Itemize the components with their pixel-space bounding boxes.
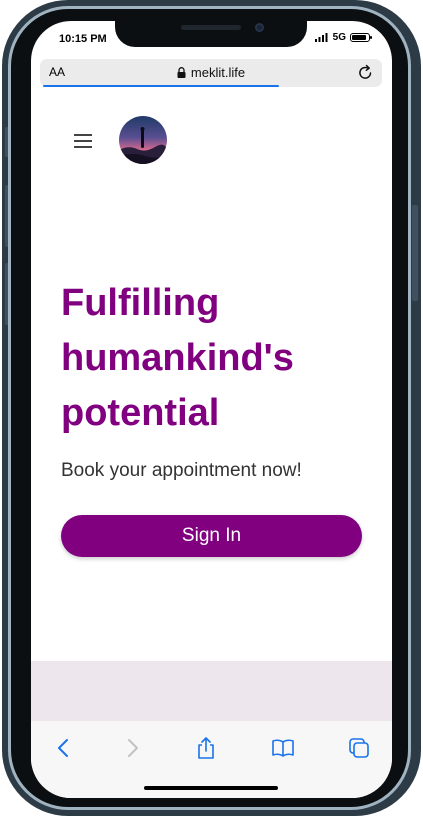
status-indicators: 5G bbox=[314, 32, 372, 43]
chevron-left-icon bbox=[58, 739, 68, 757]
url-display[interactable]: meklit.life bbox=[40, 65, 382, 80]
speaker bbox=[181, 25, 241, 30]
lock-icon bbox=[177, 67, 186, 78]
power-button bbox=[412, 205, 418, 301]
back-button[interactable] bbox=[48, 733, 78, 763]
brand-logo[interactable] bbox=[119, 116, 167, 164]
notch bbox=[115, 21, 307, 47]
network-label: 5G bbox=[332, 32, 346, 43]
hero-subtext: Book your appointment now! bbox=[61, 460, 302, 481]
tabs-button[interactable] bbox=[344, 733, 374, 763]
bookmarks-button[interactable] bbox=[268, 733, 298, 763]
url-text: meklit.life bbox=[190, 65, 246, 80]
battery-icon bbox=[350, 33, 372, 42]
footer-section bbox=[31, 661, 392, 721]
tabs-icon bbox=[349, 738, 369, 758]
forward-button[interactable] bbox=[118, 733, 148, 763]
book-icon bbox=[272, 739, 294, 757]
hero-headline: Fulfilling humankind's potential bbox=[61, 282, 294, 434]
front-camera bbox=[255, 23, 264, 32]
share-button[interactable] bbox=[191, 733, 221, 763]
share-icon bbox=[198, 737, 214, 759]
signal-icon bbox=[314, 33, 328, 42]
phone-screen: 10:15 PM 5G AA meklit.life Fulfilling hu… bbox=[31, 21, 392, 798]
home-indicator bbox=[144, 786, 278, 790]
status-time: 10:15 PM bbox=[59, 33, 107, 45]
hamburger-icon[interactable] bbox=[74, 134, 92, 148]
address-bar[interactable]: AA meklit.life bbox=[40, 59, 382, 87]
landscape-image bbox=[119, 116, 167, 164]
sign-in-button[interactable]: Sign In bbox=[61, 515, 362, 557]
reload-icon[interactable] bbox=[357, 64, 374, 81]
chevron-right-icon bbox=[128, 739, 138, 757]
page-load-progress bbox=[43, 85, 279, 87]
